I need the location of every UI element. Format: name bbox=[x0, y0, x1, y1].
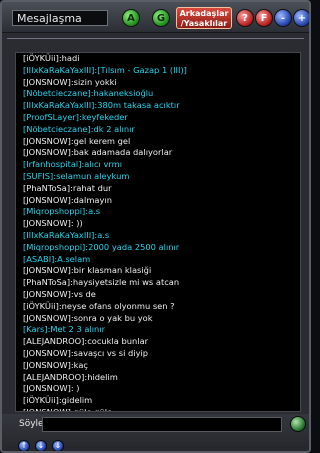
window-title: Mesajlaşma bbox=[12, 10, 108, 26]
chat-message: [ASABI]:A.selam bbox=[23, 253, 91, 264]
chat-message: [Irfanhospital]:alıcı vrmı bbox=[23, 159, 123, 170]
chat-message: [JONSNOW]:savaşcı vs si diyip bbox=[23, 347, 149, 358]
help-button[interactable]: ? bbox=[236, 9, 254, 27]
chat-message: [Miqropshoppi]:a.s bbox=[23, 206, 101, 217]
send-icon[interactable] bbox=[290, 416, 306, 432]
chat-message: [JONSNOW]:bir klasman klasiği bbox=[23, 265, 152, 276]
messaging-window: Mesajlaşma A G Arkadaşlar /Yasaklılar ? … bbox=[0, 0, 311, 453]
chat-message: [JONSNOW]:kaç bbox=[23, 359, 88, 370]
chat-message: [Miqropshoppi]:2000 yada 2500 alınır bbox=[23, 241, 180, 252]
chat-message: [PhaNToSa]:rahat dur bbox=[23, 182, 112, 193]
scroll-down-button[interactable]: ↓ bbox=[35, 440, 47, 451]
chat-message: [Kars]:Met 2 3 alınır bbox=[23, 324, 106, 335]
chat-message: [iÖYKÜii]:gidelim bbox=[23, 395, 93, 406]
chat-message: [IIIxKaRaKaYaxIII]:a.s bbox=[23, 229, 110, 240]
channel-a-button[interactable]: A bbox=[122, 9, 140, 27]
maximize-button[interactable]: + bbox=[293, 9, 309, 27]
friends-blocked-button[interactable]: Arkadaşlar /Yasaklılar bbox=[176, 7, 232, 29]
chat-message: [JONSNOW]: ) bbox=[23, 383, 80, 394]
chat-message: [JONSNOW]: )) bbox=[23, 218, 83, 229]
chat-message: [PhaNToSa]:haysiyetsizle mi ws atcan bbox=[23, 277, 180, 288]
chat-message: [iÖYKÜii]:neyse ofans olyonmu sen ? bbox=[23, 300, 175, 311]
chat-message: [JONSNOW]:güle güle bbox=[23, 406, 113, 412]
chat-message: [JONSNOW]:dalmayın bbox=[23, 194, 112, 205]
scroll-bottom-button[interactable]: ⇓ bbox=[52, 440, 64, 451]
chat-log[interactable]: [iÖYKÜii]:hadi [IIIxKaRaKaYaxIII]:[Tılsım… bbox=[15, 52, 301, 412]
title-bar[interactable]: Mesajlaşma A G Arkadaşlar /Yasaklılar ? … bbox=[2, 2, 309, 33]
chat-message: [ALEJANDROO]:cocukla bunlar bbox=[23, 336, 149, 347]
chat-message: [ALEJANDROO]:hidelim bbox=[23, 371, 118, 382]
chat-frame-border bbox=[7, 38, 304, 47]
minimize-button[interactable]: - bbox=[274, 9, 292, 27]
chat-message: [IIIxKaRaKaYaxIII]:380m takasa acıktır bbox=[23, 100, 180, 111]
scroll-up-button[interactable]: ↑ bbox=[18, 440, 30, 451]
chat-message: [Nöbetcieczane]:hakaneksioğlu bbox=[23, 88, 154, 99]
chat-message: [JONSNOW]:gel kerem gel bbox=[23, 135, 131, 146]
chat-message: [iÖYKÜii]:hadi bbox=[23, 53, 80, 63]
input-bar: Söyle: ↑ ↓ ⇓ bbox=[2, 414, 309, 451]
chat-message: [JONSNOW]:sizin yokki bbox=[23, 76, 117, 87]
message-input[interactable] bbox=[42, 417, 282, 432]
chat-message: [IIIxKaRaKaYaxIII]:[Tılsım - Gazap 1 (II… bbox=[23, 64, 187, 75]
chat-message: [JONSNOW]:sonra o yak bu yok bbox=[23, 312, 153, 323]
channel-g-button[interactable]: G bbox=[152, 9, 170, 27]
chat-message: [Nöbetcieczane]:dk 2 alınır bbox=[23, 123, 135, 134]
f-button[interactable]: F bbox=[255, 9, 273, 27]
chat-message: [ProofSLayer]:keyfekeder bbox=[23, 111, 128, 122]
chat-message: [JONSNOW]:bak adamada dalıyorlar bbox=[23, 147, 173, 158]
chat-message: [SUFIS]:selamun aleykum bbox=[23, 170, 130, 181]
chat-message: [JONSNOW]:vs de bbox=[23, 288, 96, 299]
